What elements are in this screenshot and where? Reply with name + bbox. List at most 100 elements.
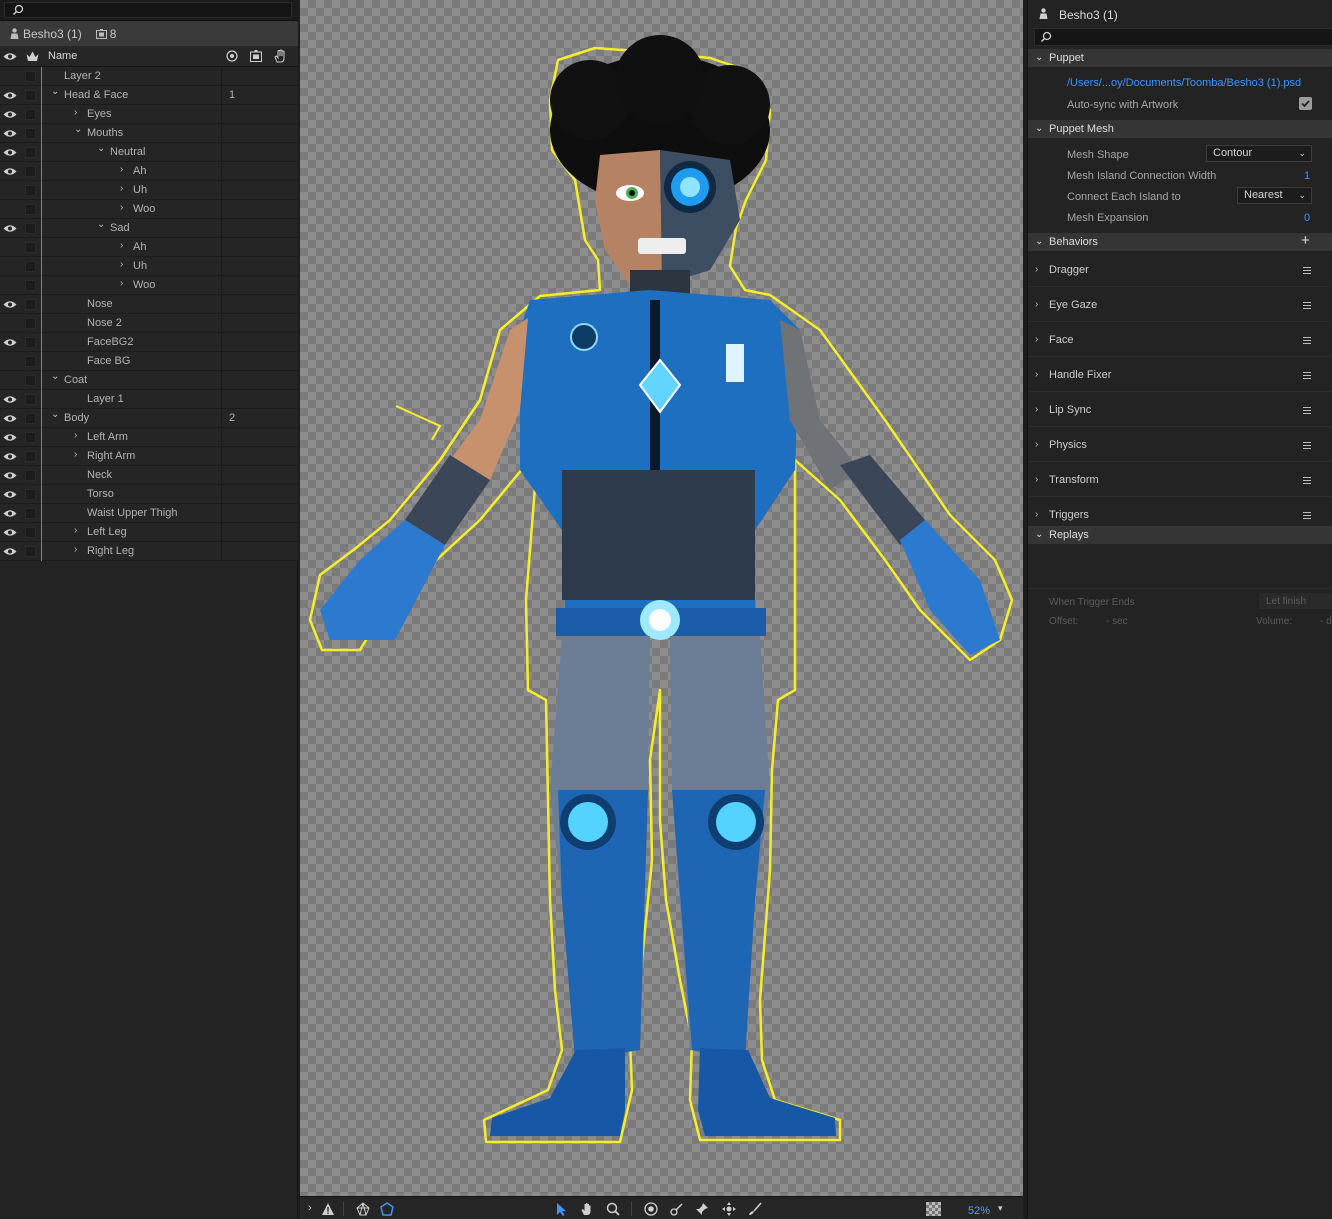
hamburger-menu-icon[interactable] bbox=[1303, 477, 1311, 484]
layer-row[interactable]: Torso bbox=[0, 485, 298, 504]
origin-icon[interactable] bbox=[226, 50, 238, 62]
behavior-item[interactable]: › Dragger bbox=[1028, 252, 1332, 287]
zoom-tool-icon[interactable] bbox=[606, 1202, 620, 1216]
pin-tool-icon[interactable] bbox=[695, 1202, 709, 1216]
zoom-dropdown-icon[interactable]: ▾ bbox=[998, 1203, 1003, 1214]
eye-hidden-icon[interactable] bbox=[3, 243, 17, 252]
layer-row[interactable]: Nose 2 bbox=[0, 314, 298, 333]
chevron-right-icon[interactable]: › bbox=[1035, 264, 1038, 275]
lock-toggle[interactable] bbox=[25, 508, 36, 519]
chevron-right-icon[interactable]: › bbox=[120, 241, 128, 251]
replays-section-header[interactable]: ⌄ Replays bbox=[1028, 526, 1332, 544]
crown-icon[interactable] bbox=[26, 51, 39, 62]
layer-row[interactable]: ⌄ Body 2 bbox=[0, 409, 298, 428]
lock-toggle[interactable] bbox=[25, 527, 36, 538]
mesh-expansion-value[interactable]: 0 bbox=[1304, 212, 1310, 224]
layer-row[interactable]: Neck bbox=[0, 466, 298, 485]
layer-row[interactable]: › Eyes bbox=[0, 105, 298, 124]
eye-icon[interactable] bbox=[3, 471, 17, 480]
chevron-right-icon[interactable]: › bbox=[120, 165, 128, 175]
eye-icon[interactable] bbox=[3, 528, 17, 537]
eye-hidden-icon[interactable] bbox=[3, 205, 17, 214]
hamburger-menu-icon[interactable] bbox=[1303, 337, 1311, 344]
chevron-down-icon[interactable]: ⌄ bbox=[51, 372, 59, 382]
chevron-right-icon[interactable]: › bbox=[74, 526, 82, 536]
lock-toggle[interactable] bbox=[25, 223, 36, 234]
outline-mode-icon[interactable] bbox=[380, 1202, 394, 1216]
origin-tool-icon[interactable] bbox=[644, 1202, 658, 1216]
lock-toggle[interactable] bbox=[25, 451, 36, 462]
offset-value[interactable]: - sec bbox=[1106, 616, 1128, 627]
layer-row[interactable]: Face BG bbox=[0, 352, 298, 371]
volume-value[interactable]: - d bbox=[1320, 616, 1332, 627]
behavior-item[interactable]: › Physics bbox=[1028, 427, 1332, 462]
hamburger-menu-icon[interactable] bbox=[1303, 512, 1311, 519]
lock-toggle[interactable] bbox=[25, 261, 36, 272]
lock-toggle[interactable] bbox=[25, 204, 36, 215]
layer-row[interactable]: ⌄ Mouths bbox=[0, 124, 298, 143]
chevron-right-icon[interactable]: › bbox=[1035, 369, 1038, 380]
eye-icon[interactable] bbox=[3, 167, 17, 176]
lock-toggle[interactable] bbox=[25, 90, 36, 101]
lock-toggle[interactable] bbox=[25, 71, 36, 82]
eye-hidden-icon[interactable] bbox=[3, 262, 17, 271]
chevron-down-icon[interactable]: ⌄ bbox=[51, 87, 59, 97]
eye-hidden-icon[interactable] bbox=[3, 281, 17, 290]
expand-chevron-icon[interactable]: › bbox=[308, 1202, 322, 1216]
dragger-tool-icon[interactable] bbox=[722, 1202, 736, 1216]
chevron-right-icon[interactable]: › bbox=[74, 108, 82, 118]
chevron-down-icon[interactable]: ⌄ bbox=[74, 125, 82, 135]
lock-toggle[interactable] bbox=[25, 147, 36, 158]
chevron-down-icon[interactable]: ⌄ bbox=[51, 410, 59, 420]
layer-row[interactable]: › Ah bbox=[0, 162, 298, 181]
chevron-right-icon[interactable]: › bbox=[120, 279, 128, 289]
lock-toggle[interactable] bbox=[25, 337, 36, 348]
layer-row[interactable]: › Left Arm bbox=[0, 428, 298, 447]
add-behavior-icon[interactable]: + bbox=[1301, 232, 1310, 249]
lock-toggle[interactable] bbox=[25, 166, 36, 177]
hamburger-menu-icon[interactable] bbox=[1303, 442, 1311, 449]
mesh-icon[interactable] bbox=[356, 1202, 370, 1216]
layer-row[interactable]: › Woo bbox=[0, 200, 298, 219]
auto-sync-checkbox[interactable] bbox=[1299, 97, 1312, 110]
character-artwork[interactable] bbox=[300, 0, 1023, 1196]
chevron-right-icon[interactable]: › bbox=[120, 184, 128, 194]
behavior-item[interactable]: › Lip Sync bbox=[1028, 392, 1332, 427]
scene-canvas[interactable] bbox=[300, 0, 1023, 1196]
layer-row[interactable]: ⌄ Head & Face 1 bbox=[0, 86, 298, 105]
eye-hidden-icon[interactable] bbox=[3, 319, 17, 328]
brush-tool-icon[interactable] bbox=[748, 1202, 762, 1216]
layer-row[interactable]: › Uh bbox=[0, 257, 298, 276]
layer-row[interactable]: FaceBG2 bbox=[0, 333, 298, 352]
chevron-down-icon[interactable]: ⌄ bbox=[97, 144, 105, 154]
eye-icon[interactable] bbox=[3, 490, 17, 499]
behavior-item[interactable]: › Handle Fixer bbox=[1028, 357, 1332, 392]
lock-toggle[interactable] bbox=[25, 318, 36, 329]
eye-icon[interactable] bbox=[3, 91, 17, 100]
layer-row[interactable]: › Right Leg bbox=[0, 542, 298, 561]
hamburger-menu-icon[interactable] bbox=[1303, 372, 1311, 379]
layer-row[interactable]: › Uh bbox=[0, 181, 298, 200]
when-trigger-dropdown[interactable]: Let finish bbox=[1259, 593, 1332, 609]
layer-row[interactable]: ⌄ Coat bbox=[0, 371, 298, 390]
lock-toggle[interactable] bbox=[25, 356, 36, 367]
eye-icon[interactable] bbox=[3, 452, 17, 461]
layer-row[interactable]: ⌄ Sad bbox=[0, 219, 298, 238]
lock-toggle[interactable] bbox=[25, 280, 36, 291]
layer-row[interactable]: Layer 1 bbox=[0, 390, 298, 409]
layer-row[interactable]: Waist Upper Thigh bbox=[0, 504, 298, 523]
layer-search-input[interactable] bbox=[4, 2, 292, 18]
handle-column-icon[interactable] bbox=[250, 50, 262, 62]
eye-icon[interactable] bbox=[3, 110, 17, 119]
lock-toggle[interactable] bbox=[25, 413, 36, 424]
chevron-right-icon[interactable]: › bbox=[120, 260, 128, 270]
hamburger-menu-icon[interactable] bbox=[1303, 302, 1311, 309]
behavior-item[interactable]: › Face bbox=[1028, 322, 1332, 357]
eye-icon[interactable] bbox=[3, 509, 17, 518]
puppet-header[interactable]: Besho3 (1) 8 bbox=[0, 21, 298, 46]
warning-icon[interactable] bbox=[321, 1202, 335, 1216]
lock-toggle[interactable] bbox=[25, 432, 36, 443]
lock-toggle[interactable] bbox=[25, 242, 36, 253]
chevron-right-icon[interactable]: › bbox=[1035, 334, 1038, 345]
select-tool-icon[interactable] bbox=[554, 1202, 568, 1216]
